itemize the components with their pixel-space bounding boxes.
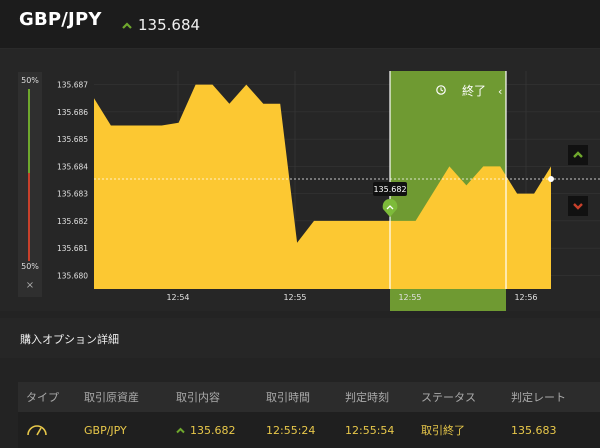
y-tick-label: 135.686 bbox=[57, 108, 88, 117]
y-tick-label: 135.682 bbox=[57, 217, 88, 226]
col-content: 取引内容 bbox=[176, 391, 220, 404]
row-status: 取引終了 bbox=[421, 424, 465, 437]
col-asset: 取引原資産 bbox=[84, 391, 139, 404]
col-judge-time: 判定時刻 bbox=[345, 391, 389, 404]
row-content-value: 135.682 bbox=[190, 423, 236, 437]
col-status: ステータス bbox=[421, 391, 476, 404]
purchase-details-title: 購入オプション詳細 bbox=[20, 333, 119, 346]
x-tick-label: 12:55 bbox=[283, 293, 306, 302]
current-price-dot bbox=[548, 176, 554, 182]
purchase-details-header: 購入オプション詳細 bbox=[0, 318, 600, 358]
call-button[interactable] bbox=[568, 145, 588, 165]
row-asset: GBP/JPY bbox=[84, 423, 127, 437]
y-tick-label: 135.685 bbox=[57, 135, 88, 144]
up-arrow-icon bbox=[176, 427, 185, 433]
down-arrow-icon bbox=[573, 203, 583, 210]
current-price: 135.684 bbox=[122, 15, 200, 34]
top-bar: GBP/JPY 135.684 bbox=[0, 0, 600, 49]
price-chart[interactable]: 135.687 135.686 135.685 135.684 135.683 135.6… bbox=[0, 49, 600, 311]
y-tick-label: 135.684 bbox=[57, 162, 88, 171]
expiry-panel-label: 終了 bbox=[462, 83, 486, 98]
up-arrow-icon bbox=[122, 15, 132, 34]
up-arrow-icon bbox=[573, 151, 583, 158]
row-trade-time: 12:55:24 bbox=[266, 423, 316, 437]
y-tick-label: 135.680 bbox=[57, 271, 88, 280]
x-tick-label: 12:56 bbox=[514, 293, 537, 302]
table-header-row: タイプ 取引原資産 取引内容 取引時間 判定時刻 ステータス 判定レート bbox=[18, 382, 600, 412]
col-rate: 判定レート bbox=[511, 391, 566, 404]
gauge-icon bbox=[26, 421, 48, 440]
col-trade-time: 取引時間 bbox=[266, 391, 310, 404]
purchase-details-table: タイプ 取引原資産 取引内容 取引時間 判定時刻 ステータス 判定レート GBP… bbox=[18, 382, 600, 448]
row-judge-time: 12:55:54 bbox=[345, 423, 395, 437]
put-button[interactable] bbox=[568, 196, 588, 216]
row-rate: 135.683 bbox=[511, 423, 557, 437]
col-type: タイプ bbox=[26, 391, 59, 404]
y-tick-label: 135.681 bbox=[57, 244, 88, 253]
x-tick-label: 12:55 bbox=[398, 293, 421, 302]
entry-value-label: 135.682 bbox=[373, 185, 406, 194]
y-tick-label: 135.687 bbox=[57, 81, 88, 90]
panel-arrow-icon: ‹ bbox=[498, 85, 502, 98]
price-value: 135.684 bbox=[138, 15, 201, 34]
y-tick-label: 135.683 bbox=[57, 190, 88, 199]
currency-pair-title: GBP/JPY bbox=[19, 9, 102, 30]
row-content: 135.682 bbox=[176, 424, 236, 437]
x-tick-label: 12:54 bbox=[166, 293, 189, 302]
table-row[interactable]: GBP/JPY 135.682 12:55:24 12:55:54 取引終了 1… bbox=[18, 412, 600, 448]
